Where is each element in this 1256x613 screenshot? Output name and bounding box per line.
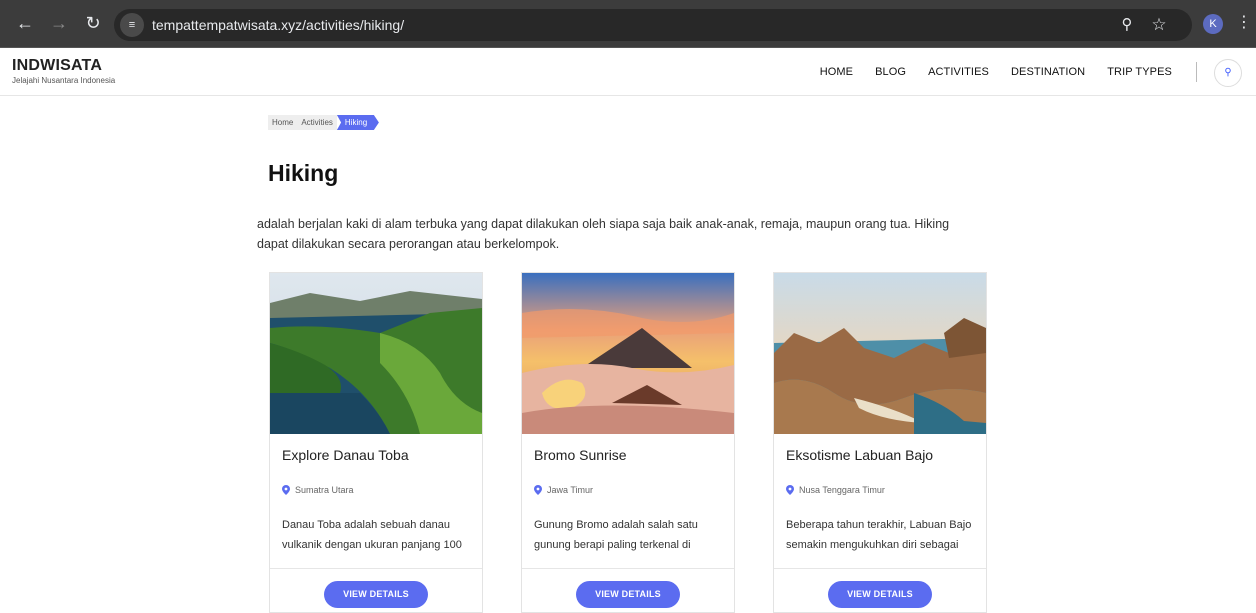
map-pin-icon <box>282 485 290 495</box>
card-image-danau-toba[interactable] <box>270 273 482 434</box>
back-arrow-icon[interactable]: ← <box>14 12 36 34</box>
activity-card[interactable]: Eksotisme Labuan Bajo Nusa Tenggara Timu… <box>773 272 987 613</box>
card-location: Jawa Timur <box>534 485 593 495</box>
nav-destination[interactable]: DESTINATION <box>1011 66 1085 78</box>
nav-divider <box>1196 62 1197 82</box>
card-location-text: Nusa Tenggara Timur <box>799 485 885 495</box>
card-excerpt: Beberapa tahun terakhir, Labuan Bajo sem… <box>786 519 972 551</box>
site-info-icon[interactable]: ≡ <box>120 13 144 37</box>
url-text[interactable]: tempattempatwisata.xyz/activities/hiking… <box>152 9 404 41</box>
profile-avatar[interactable]: K <box>1203 14 1223 34</box>
search-icon: ⚲ <box>1224 67 1232 78</box>
browser-toolbar: ← → ↻ ≡ tempattempatwisata.xyz/activitie… <box>0 0 1256 48</box>
page-title: Hiking <box>268 160 339 186</box>
map-pin-icon <box>534 485 542 495</box>
page-description: adalah berjalan kaki di alam terbuka yan… <box>257 217 950 251</box>
card-divider <box>774 568 986 569</box>
activity-card[interactable]: Bromo Sunrise Jawa Timur Gunung Bromo ad… <box>521 272 735 613</box>
breadcrumb-current: Hiking <box>336 115 379 130</box>
menu-dots-icon[interactable]: ⋮ <box>1236 12 1252 34</box>
view-details-button[interactable]: VIEW DETAILS <box>324 581 428 608</box>
site-header: INDWISATA Jelajahi Nusantara Indonesia H… <box>0 48 1256 96</box>
card-location: Sumatra Utara <box>282 485 354 495</box>
card-location-text: Jawa Timur <box>547 485 594 495</box>
map-pin-icon <box>786 485 794 495</box>
view-details-button[interactable]: VIEW DETAILS <box>576 581 680 608</box>
view-details-button[interactable]: VIEW DETAILS <box>828 581 932 608</box>
zoom-icon[interactable]: ⚲ <box>1116 14 1138 36</box>
main-nav: HOME BLOG ACTIVITIES DESTINATION TRIP TY… <box>820 48 1172 96</box>
site-logo[interactable]: INDWISATA <box>12 57 102 75</box>
nav-trip-types[interactable]: TRIP TYPES <box>1107 66 1172 78</box>
nav-blog[interactable]: BLOG <box>875 66 906 78</box>
address-bar[interactable]: ≡ tempattempatwisata.xyz/activities/hiki… <box>114 9 1192 41</box>
card-image-bromo[interactable] <box>522 273 734 434</box>
card-divider <box>270 568 482 569</box>
card-location: Nusa Tenggara Timur <box>786 485 885 495</box>
card-title[interactable]: Bromo Sunrise <box>534 447 627 463</box>
card-divider <box>522 568 734 569</box>
reload-icon[interactable]: ↻ <box>82 12 104 34</box>
nav-home[interactable]: HOME <box>820 66 853 78</box>
card-title[interactable]: Explore Danau Toba <box>282 447 409 463</box>
search-button[interactable]: ⚲ <box>1214 59 1242 87</box>
card-location-text: Sumatra Utara <box>295 485 354 495</box>
nav-activities[interactable]: ACTIVITIES <box>928 66 989 78</box>
card-image-labuan-bajo[interactable] <box>774 273 986 434</box>
card-excerpt: Danau Toba adalah sebuah danau vulkanik … <box>282 519 462 551</box>
breadcrumb: Home Activities Hiking <box>268 115 379 130</box>
breadcrumb-home[interactable]: Home <box>268 115 298 130</box>
star-icon[interactable]: ☆ <box>1148 14 1170 36</box>
card-excerpt: Gunung Bromo adalah salah satu gunung be… <box>534 519 698 551</box>
card-title[interactable]: Eksotisme Labuan Bajo <box>786 447 933 463</box>
site-tagline: Jelajahi Nusantara Indonesia <box>12 76 116 85</box>
activity-card[interactable]: Explore Danau Toba Sumatra Utara Danau T… <box>269 272 483 613</box>
forward-arrow-icon[interactable]: → <box>48 12 70 34</box>
breadcrumb-activities[interactable]: Activities <box>297 115 337 130</box>
